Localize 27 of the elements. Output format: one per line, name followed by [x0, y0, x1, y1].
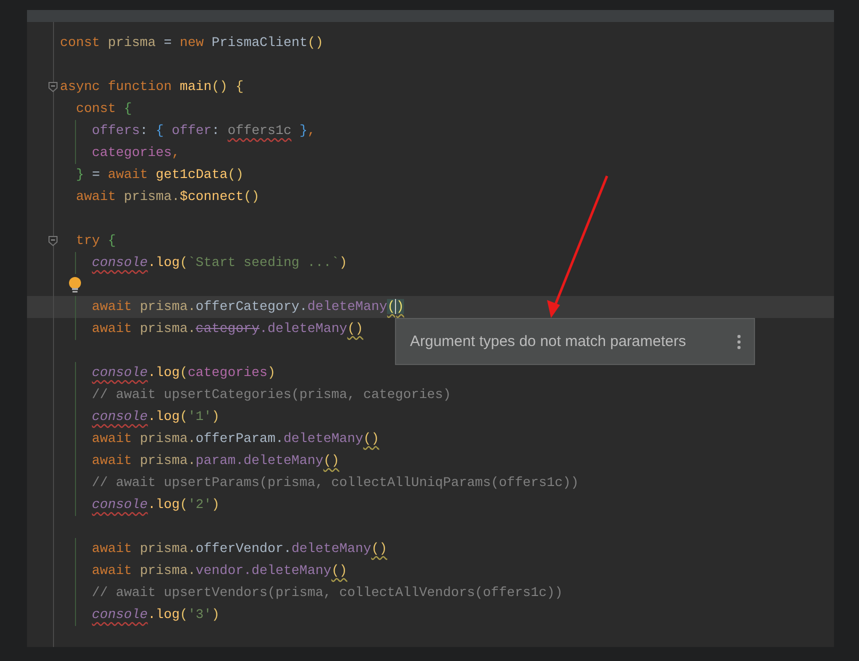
code-line: async function main() {	[60, 79, 244, 94]
more-options-icon[interactable]	[736, 334, 742, 350]
code-line: // await upsertParams(prisma, collectAllUniqParams(offers1c))	[90, 475, 579, 490]
lightbulb-icon[interactable]	[68, 276, 82, 294]
code-line: offers: { offer: offers1c },	[90, 123, 316, 138]
code-line: // await upsertCategories(prisma, categories)	[90, 387, 451, 402]
code-line: console.log('3')	[90, 607, 220, 622]
code-line: const prisma = new PrismaClient()	[60, 35, 324, 50]
code-line: console.log(`Start seeding ...`)	[90, 255, 348, 270]
code-line: await prisma.offerVendor.deleteMany()	[90, 541, 388, 556]
code-line: await prisma.$connect()	[74, 189, 260, 204]
code-line: console.log('1')	[90, 409, 220, 424]
code-line: categories,	[90, 145, 180, 160]
code-line: try {	[74, 233, 116, 248]
fold-marker-icon[interactable]	[47, 235, 59, 247]
tooltip-message: Argument types do not match parameters	[410, 333, 687, 350]
code-line: console.log('2')	[90, 497, 220, 512]
fold-marker-icon[interactable]	[47, 81, 59, 93]
code-line: await prisma.category.deleteMany()	[90, 321, 364, 336]
code-line: // await upsertVendors(prisma, collectAllVendors(offers1c))	[90, 585, 563, 600]
code-line: } = await get1cData()	[74, 167, 244, 182]
code-line: await prisma.offerParam.deleteMany()	[90, 431, 380, 446]
code-line: console.log(categories)	[90, 365, 276, 380]
code-line: await prisma.offerCategory.deleteMany()	[90, 299, 404, 314]
code-line: await prisma.vendor.deleteMany()	[90, 563, 348, 578]
code-line: await prisma.param.deleteMany()	[90, 453, 340, 468]
code-line: const {	[74, 101, 132, 116]
